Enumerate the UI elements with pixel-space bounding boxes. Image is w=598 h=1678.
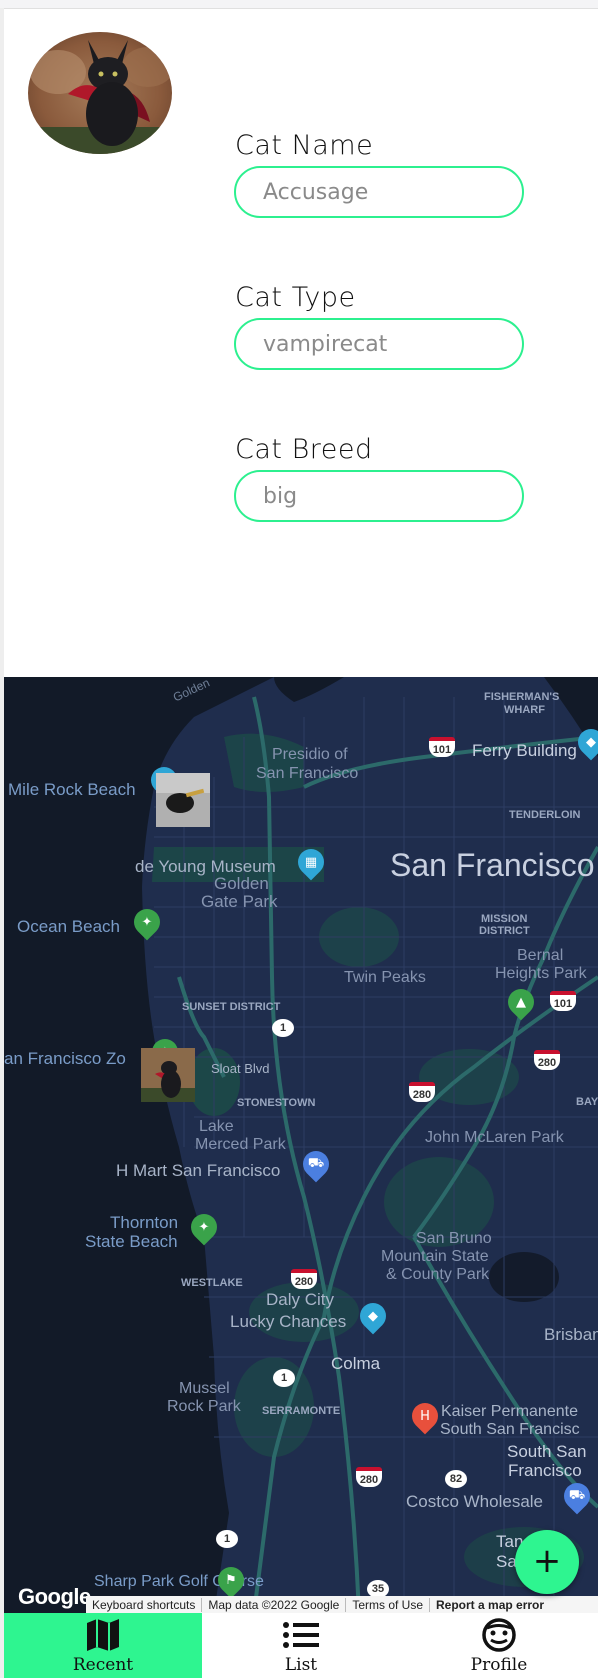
- map-label-bay: BAY: [576, 1096, 598, 1108]
- map-label-ocean-beach: Ocean Beach: [17, 917, 121, 936]
- cat-name-input[interactable]: [234, 166, 524, 218]
- map-label-kaiser2: South San Francisc: [440, 1421, 580, 1438]
- cat-breed-input[interactable]: [234, 470, 524, 522]
- cat-name-label: Cat Name: [235, 130, 374, 161]
- map-label-wharf: WHARF: [504, 704, 545, 716]
- list-icon: [283, 1622, 319, 1648]
- map-label-mission1: MISSION: [481, 913, 528, 925]
- add-cat-button[interactable]: +: [515, 1530, 579, 1594]
- golf-pin-icon[interactable]: ⚑: [212, 1561, 250, 1599]
- cat-breed-label: Cat Breed: [235, 434, 373, 465]
- map-label-san-francisco: San Francisco: [390, 847, 595, 883]
- map-label-sunset: SUNSET DISTRICT: [182, 1001, 281, 1013]
- cat-marker-2[interactable]: [141, 1048, 195, 1102]
- map-label-zoo: an Francisco Zo: [4, 1049, 126, 1068]
- map-label-sanbruno2: Mountain State: [381, 1248, 489, 1265]
- google-logo: Google: [18, 1584, 91, 1609]
- map-label-lake1: Lake: [199, 1118, 234, 1135]
- terms-link[interactable]: Terms of Use: [346, 1598, 431, 1612]
- map-data-text: Map data ©2022 Google: [202, 1598, 347, 1612]
- nav-item-recent[interactable]: Recent: [4, 1613, 202, 1678]
- ca1-shield-3: 1: [216, 1530, 238, 1548]
- map-label-sanbruno3: & County Park: [386, 1266, 490, 1283]
- map-label-ggp1: Golden: [214, 874, 269, 893]
- cat-avatar[interactable]: [28, 32, 172, 154]
- map-label-sanbruno1: San Bruno: [416, 1230, 492, 1247]
- map-label-mussel2: Rock Park: [167, 1398, 241, 1415]
- nav-item-profile[interactable]: Profile: [400, 1613, 598, 1678]
- map-label-lake2: Merced Park: [195, 1136, 286, 1153]
- map-view[interactable]: Golden FISHERMAN'S WHARF Presidio of San…: [4, 677, 598, 1613]
- bottom-navigation: Recent List Profile: [4, 1613, 598, 1678]
- cat-marker-1[interactable]: [156, 773, 210, 827]
- map-label-serramonte: SERRAMONTE: [262, 1405, 341, 1417]
- park-pin-icon[interactable]: ▲: [502, 983, 540, 1021]
- map-label-kaiser1: Kaiser Permanente: [441, 1403, 578, 1420]
- map-label-sloat: Sloat Blvd: [211, 1061, 270, 1076]
- report-error-link[interactable]: Report a map error: [430, 1598, 550, 1612]
- costco-pin-icon[interactable]: ⛟: [558, 1477, 596, 1515]
- casino-pin-icon[interactable]: ◆: [354, 1297, 392, 1335]
- map-label-bernal2: Heights Park: [495, 965, 587, 982]
- map-label-costco: Costco Wholesale: [406, 1492, 544, 1511]
- cat-type-label: Cat Type: [235, 282, 356, 313]
- face-icon: [482, 1618, 516, 1652]
- i280-shield-4: 280: [356, 1467, 382, 1487]
- map-label-ggp2: Gate Park: [201, 892, 278, 911]
- map-label-presidio1: Presidio of: [272, 746, 348, 763]
- map-label-daly: Daly City: [266, 1290, 335, 1309]
- keyboard-shortcuts-link[interactable]: Keyboard shortcuts: [86, 1598, 203, 1612]
- ca1-shield-1: 1: [272, 1019, 294, 1037]
- map-label-brisbane: Brisban: [544, 1325, 598, 1344]
- cat-type-input[interactable]: [234, 318, 524, 370]
- map-label-stonestown: STONESTOWN: [237, 1097, 316, 1109]
- top-border: [0, 0, 598, 9]
- map-attribution: Keyboard shortcuts Map data ©2022 Google…: [86, 1596, 598, 1614]
- nav-label-profile: Profile: [470, 1655, 528, 1675]
- map-label-fishermans: FISHERMAN'S: [484, 691, 560, 703]
- map-label-ssf1: South San: [507, 1442, 587, 1461]
- map-icon: [87, 1619, 119, 1651]
- us101-shield-1: 101: [429, 737, 455, 757]
- hospital-pin-icon[interactable]: H: [406, 1397, 444, 1435]
- map-label-lucky: Lucky Chances: [230, 1312, 347, 1331]
- museum-pin-icon[interactable]: ▦: [292, 843, 330, 881]
- nav-label-list: List: [284, 1655, 318, 1675]
- nav-label-recent: Recent: [72, 1655, 134, 1675]
- i280-shield-2: 280: [409, 1082, 435, 1102]
- ca1-shield-2: 1: [273, 1369, 295, 1387]
- map-label-mclaren: John McLaren Park: [425, 1129, 564, 1146]
- map-label-presidio2: San Francisco: [256, 765, 359, 782]
- map-label-tenderloin: TENDERLOIN: [509, 809, 581, 821]
- map-label-ferry: Ferry Building: [472, 741, 577, 760]
- map-label-mile-rock: Mile Rock Beach: [8, 780, 136, 799]
- us101-shield-2: 101: [550, 991, 576, 1011]
- beach-pin-icon[interactable]: ✦: [128, 903, 166, 941]
- map-label-ssf2: Francisco: [508, 1461, 582, 1480]
- map-label-thornton2: State Beach: [85, 1232, 178, 1251]
- nav-item-list[interactable]: List: [202, 1613, 400, 1678]
- map-label-mission2: DISTRICT: [479, 925, 530, 937]
- map-label-twin-peaks: Twin Peaks: [344, 969, 426, 986]
- i280-shield-3: 280: [291, 1269, 317, 1289]
- i280-shield-1: 280: [534, 1050, 560, 1070]
- shopping-pin-icon[interactable]: ⛟: [297, 1145, 335, 1183]
- map-label-bernal1: Bernal: [517, 947, 564, 964]
- map-label-thornton1: Thornton: [110, 1213, 179, 1232]
- map-label-westlake: WESTLAKE: [181, 1277, 243, 1289]
- map-label-colma: Colma: [331, 1354, 381, 1373]
- map-label-mussel1: Mussel: [179, 1380, 230, 1397]
- map-label-hmart: H Mart San Francisco: [116, 1161, 281, 1180]
- ca82-shield: 82: [445, 1470, 467, 1488]
- thornton-pin-icon[interactable]: ✦: [185, 1208, 223, 1246]
